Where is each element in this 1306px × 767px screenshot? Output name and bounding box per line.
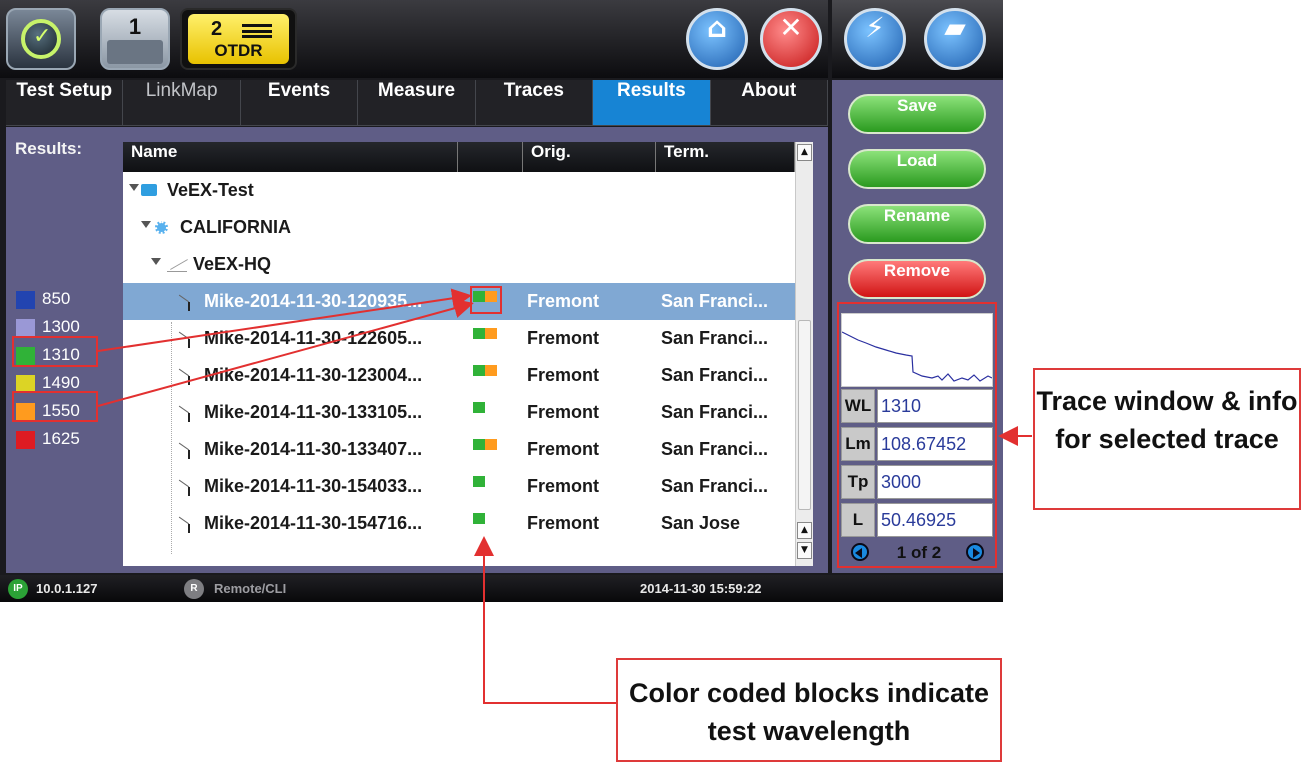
arrow-callout-to-blocks — [474, 536, 616, 704]
callout-trace-window: Trace window & info for selected trace — [1033, 368, 1301, 510]
arrow-1310-to-blocks — [97, 288, 472, 352]
arrow-1550-to-blocks — [97, 298, 474, 407]
callout-color-blocks: Color coded blocks indicate test wavelen… — [616, 658, 1002, 762]
